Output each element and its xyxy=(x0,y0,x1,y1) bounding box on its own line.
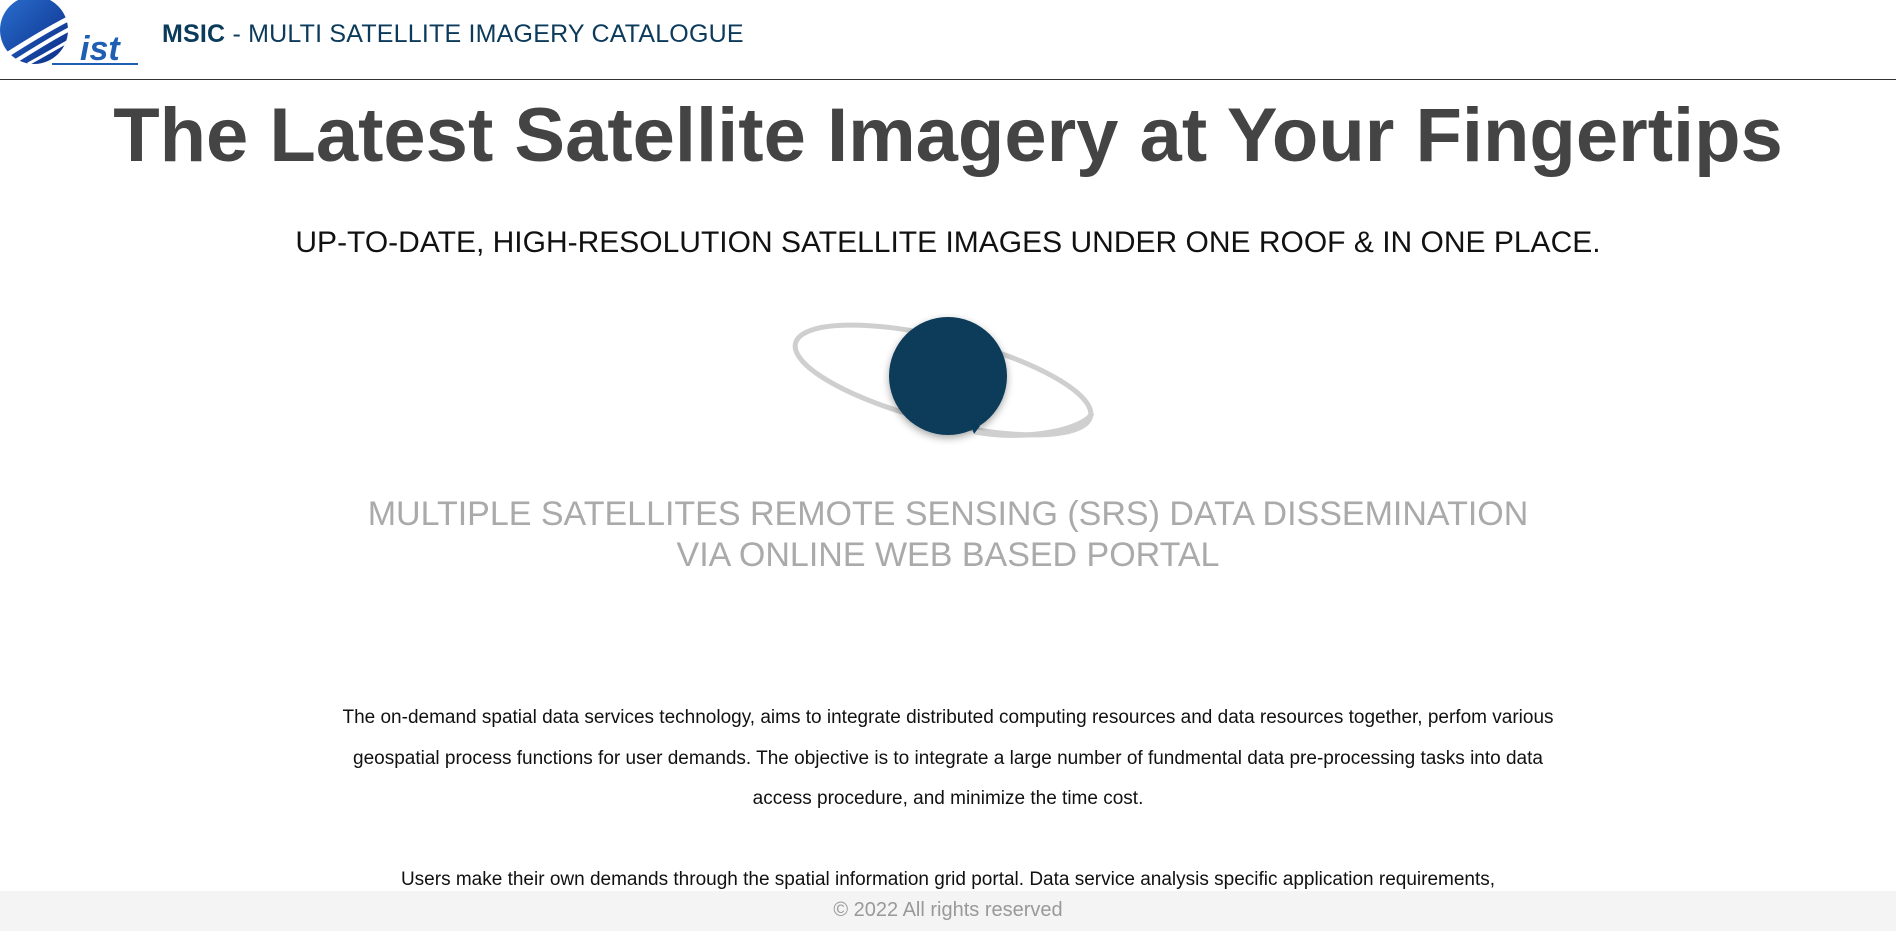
hero-title: The Latest Satellite Imagery at Your Fin… xyxy=(113,93,1783,178)
copyright-text: © 2022 All rights reserved xyxy=(833,899,1063,921)
page: ist MSIC - MULTI SATELLITE IMAGERY CATAL… xyxy=(0,0,1896,931)
hero-subtitle: UP-TO-DATE, HIGH-RESOLUTION SATELLITE IM… xyxy=(295,226,1601,259)
header: ist MSIC - MULTI SATELLITE IMAGERY CATAL… xyxy=(0,0,1896,80)
srs-heading: MULTIPLE SATELLITES REMOTE SENSING (SRS)… xyxy=(340,494,1556,576)
svg-text:ist: ist xyxy=(80,30,121,68)
brand-name: - MULTI SATELLITE IMAGERY CATALOGUE xyxy=(225,20,744,48)
srs-heading-line-2: VIA ONLINE WEB BASED PORTAL xyxy=(676,536,1220,574)
intro-paragraph: The on-demand spatial data services tech… xyxy=(342,707,1554,809)
ist-logo[interactable]: ist xyxy=(0,0,140,68)
brand-abbr: MSIC xyxy=(162,20,226,48)
footer: © 2022 All rights reserved xyxy=(0,891,1896,931)
planet-illustration xyxy=(792,317,1095,438)
brand-title[interactable]: MSIC - MULTI SATELLITE IMAGERY CATALOGUE xyxy=(162,20,744,49)
srs-heading-line-1: MULTIPLE SATELLITES REMOTE SENSING (SRS)… xyxy=(367,495,1529,533)
